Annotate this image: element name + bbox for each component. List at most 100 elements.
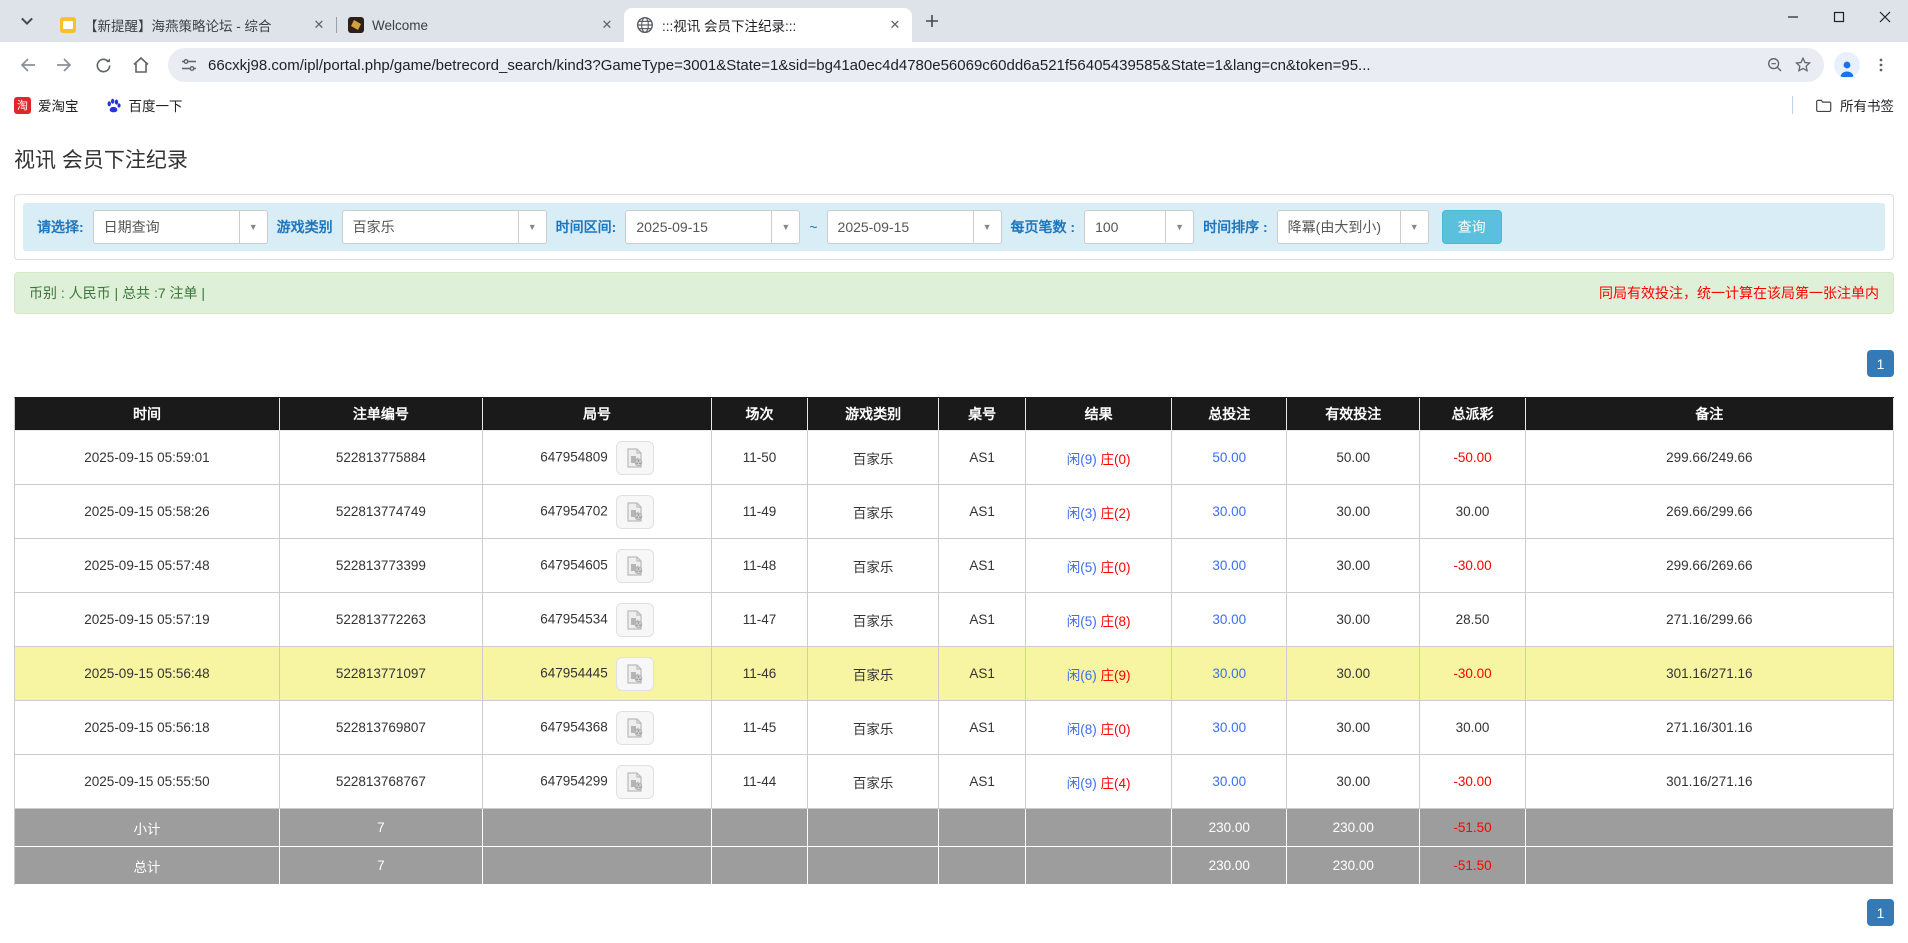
chevron-down-icon: ▼ [1400,211,1428,243]
date-from-value: 2025-09-15 [626,219,771,235]
date-to-select[interactable]: 2025-09-15 ▼ [827,210,1002,244]
cell-session: 11-48 [712,539,808,593]
table-row: 2025-09-15 05:57:19 522813772263 6479545… [15,593,1894,647]
page-1-button[interactable]: 1 [1867,350,1894,377]
cell-total-bet[interactable]: 50.00 [1172,431,1287,485]
video-replay-button[interactable] [616,441,654,475]
grand-total-payout: -51.50 [1420,847,1525,885]
all-bookmarks-label: 所有书签 [1840,95,1894,115]
round-number: 647954299 [540,773,608,788]
minimize-button[interactable] [1770,0,1816,34]
result-banker: 庄(4) [1101,776,1131,791]
empty-cell [808,847,940,885]
reload-button[interactable] [86,48,120,82]
chevron-down-icon: ▼ [518,211,546,243]
empty-cell [1026,809,1173,847]
round-number: 647954809 [540,449,608,464]
video-replay-button[interactable] [616,549,654,583]
cell-total-bet[interactable]: 30.00 [1172,539,1287,593]
date-from-select[interactable]: 2025-09-15 ▼ [625,210,800,244]
cell-valid-bet: 30.00 [1287,485,1420,539]
select-label: 请选择: [37,217,84,237]
table-row-highlighted: 2025-09-15 05:56:48 522813771097 6479544… [15,647,1894,701]
sort-select[interactable]: 降冪(由大到小) ▼ [1277,210,1429,244]
empty-cell [1526,847,1894,885]
url-text[interactable]: 66cxkj98.com/ipl/portal.php/game/betreco… [208,57,1756,74]
cell-payout: 30.00 [1420,701,1525,755]
page-content: 视讯 会员下注纪录 请选择: 日期查询 ▼ 游戏类别 百家乐 ▼ 时间区间: 2… [0,144,1908,926]
filter-bar: 请选择: 日期查询 ▼ 游戏类别 百家乐 ▼ 时间区间: 2025-09-15 … [23,203,1885,251]
forward-button[interactable] [48,48,82,82]
empty-cell [1526,809,1894,847]
result-player: 闲(8) [1067,722,1097,737]
grand-total-count: 7 [280,847,483,885]
table-row: 2025-09-15 05:56:18 522813769807 6479543… [15,701,1894,755]
tab-close-icon[interactable]: ✕ [886,16,904,34]
cell-remark: 301.16/271.16 [1526,647,1894,701]
table-header-row: 时间 注单编号 局号 场次 游戏类别 桌号 结果 总投注 有效投注 总派彩 备注 [15,398,1894,431]
query-button[interactable]: 查询 [1442,210,1502,244]
all-bookmarks[interactable]: 所有书签 [1792,95,1894,115]
cell-game: 百家乐 [808,431,940,485]
forum-favicon-icon [60,17,76,33]
browser-menu-button[interactable] [1864,48,1898,82]
bet-records-table: 时间 注单编号 局号 场次 游戏类别 桌号 结果 总投注 有效投注 总派彩 备注… [14,397,1894,885]
video-replay-button[interactable] [616,765,654,799]
video-replay-button[interactable] [616,657,654,691]
col-total-bet: 总投注 [1172,398,1287,431]
maximize-button[interactable] [1816,0,1862,34]
address-bar[interactable]: 66cxkj98.com/ipl/portal.php/game/betreco… [168,48,1824,82]
close-window-button[interactable] [1862,0,1908,34]
cell-total-bet[interactable]: 30.00 [1172,701,1287,755]
minimize-icon [1787,11,1799,23]
cell-bet-id: 522813769807 [280,701,483,755]
bookmark-baidu[interactable]: 百度一下 [105,95,183,115]
home-button[interactable] [124,48,158,82]
filter-panel: 请选择: 日期查询 ▼ 游戏类别 百家乐 ▼ 时间区间: 2025-09-15 … [14,194,1894,260]
cell-result: 闲(5) 庄(0) [1026,539,1173,593]
date-to-value: 2025-09-15 [828,219,973,235]
page-1-button[interactable]: 1 [1867,899,1894,926]
cell-round: 647954605 [483,539,712,593]
new-tab-button[interactable] [918,7,946,35]
cell-total-bet[interactable]: 30.00 [1172,755,1287,809]
zoom-icon[interactable] [1766,56,1784,74]
subtotal-total-bet: 230.00 [1172,809,1287,847]
cell-game: 百家乐 [808,593,940,647]
cell-game: 百家乐 [808,755,940,809]
bookmark-star-icon[interactable] [1794,56,1812,74]
cell-total-bet[interactable]: 30.00 [1172,647,1287,701]
query-type-select[interactable]: 日期查询 ▼ [93,210,268,244]
video-replay-button[interactable] [616,711,654,745]
profile-avatar[interactable] [1834,52,1860,78]
tab-search-button[interactable] [12,6,42,36]
cell-table-no: AS1 [939,647,1025,701]
tab-bet-record[interactable]: :::视讯 会员下注纪录::: ✕ [624,8,912,42]
tab-close-icon[interactable]: ✕ [598,16,616,34]
forward-arrow-icon [55,55,75,75]
cell-round: 647954702 [483,485,712,539]
back-button[interactable] [10,48,44,82]
game-type-select[interactable]: 百家乐 ▼ [342,210,547,244]
pagination-top: 1 [14,350,1894,377]
bookmark-taobao[interactable]: 淘 爱淘宝 [14,95,79,115]
tab-welcome[interactable]: Welcome ✕ [336,8,624,42]
page-size-select[interactable]: 100 ▼ [1084,210,1194,244]
cell-total-bet[interactable]: 30.00 [1172,485,1287,539]
subtotal-valid-bet: 230.00 [1287,809,1420,847]
bookmark-label: 爱淘宝 [38,95,79,115]
cell-game: 百家乐 [808,485,940,539]
tab-forum[interactable]: 【新提醒】海燕策略论坛 - 综合 ✕ [48,8,336,42]
video-replay-button[interactable] [616,495,654,529]
bookmarks-bar: 淘 爱淘宝 百度一下 所有书签 [0,88,1908,122]
col-bet-id: 注单编号 [280,398,483,431]
cell-total-bet[interactable]: 30.00 [1172,593,1287,647]
result-banker: 庄(8) [1101,614,1131,629]
result-banker: 庄(0) [1101,722,1131,737]
chevron-down-icon: ▼ [771,211,799,243]
tab-close-icon[interactable]: ✕ [310,16,328,34]
cell-table-no: AS1 [939,539,1025,593]
video-replay-button[interactable] [616,603,654,637]
cell-result: 闲(9) 庄(4) [1026,755,1173,809]
cell-time: 2025-09-15 05:57:19 [15,593,280,647]
